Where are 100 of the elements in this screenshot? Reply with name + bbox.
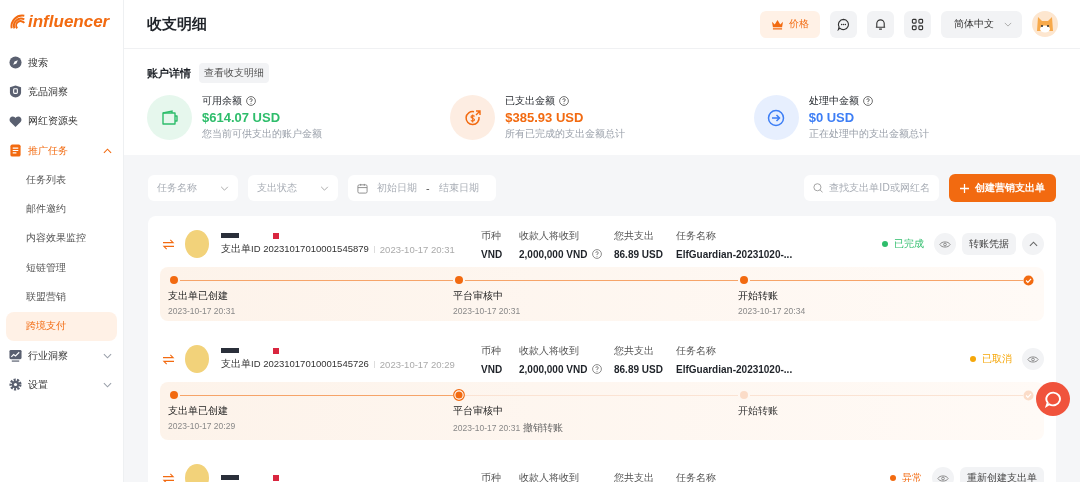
order-id: 支出单ID 20231017010001545726 — [221, 357, 369, 371]
sidebar-item[interactable]: 设置 — [6, 370, 117, 400]
step-label: 开始转账 — [738, 404, 779, 418]
field-label: 收款人将收到 — [519, 471, 580, 482]
step-time: 2023-10-17 20:29 — [168, 421, 236, 431]
chevron-up-icon — [1028, 241, 1038, 247]
task-name: ElfGuardian-20231020-... — [676, 363, 794, 375]
stat-label: 处理中金额 — [808, 94, 859, 108]
wallet-icon — [160, 109, 179, 126]
search-icon — [813, 182, 824, 194]
view-details-button[interactable]: 查看收支明细 — [199, 63, 269, 83]
chevron-down-icon — [220, 185, 229, 191]
help-icon[interactable] — [559, 96, 570, 106]
help-icon[interactable] — [592, 249, 603, 259]
step-label: 平台审核中 — [453, 289, 504, 303]
view-button[interactable] — [934, 233, 956, 255]
sidebar-subitem[interactable]: 短链管理 — [6, 253, 117, 283]
help-icon[interactable] — [246, 96, 256, 106]
sidebar-item[interactable]: 竞品洞察 — [6, 77, 117, 107]
apps-button[interactable] — [904, 10, 931, 38]
arrow-circle-icon — [767, 108, 786, 127]
field-label: 任务名称 — [676, 471, 717, 482]
order-action-button[interactable]: 转账凭据 — [962, 233, 1016, 255]
chart-icon — [9, 349, 22, 363]
shield-icon — [9, 85, 22, 99]
step-time: 2023-10-17 20:31 — [453, 423, 521, 433]
sidebar-item[interactable]: 网红资源夹 — [6, 106, 117, 136]
stat-description: 所有已完成的支出金额总计 — [505, 127, 626, 141]
order-action-button[interactable]: 重新创建支出单 — [960, 467, 1044, 482]
swap-icon — [162, 353, 175, 365]
stat-description: 正在处理中的支出金额总计 — [808, 127, 929, 141]
chat-support-button[interactable] — [1036, 382, 1070, 416]
grid-icon — [911, 17, 924, 31]
avatar-placeholder — [185, 230, 209, 258]
created-time: 2023-10-17 20:29 — [379, 358, 455, 370]
compass-icon — [9, 56, 22, 70]
heart-icon — [9, 114, 22, 128]
stat-label: 已支出金额 — [505, 94, 556, 108]
redacted-name-drawing — [221, 475, 281, 481]
dollar-circle-icon — [463, 108, 482, 127]
bell-icon — [874, 17, 887, 31]
cat-avatar-icon[interactable] — [1032, 11, 1058, 37]
sidebar-item[interactable]: 搜索 — [6, 48, 117, 78]
crown-icon — [771, 18, 784, 30]
field-label: 收款人将收到 — [519, 228, 580, 243]
sidebar-subitem[interactable]: 联盟营销 — [6, 282, 117, 312]
chat-bubble-icon — [837, 17, 850, 31]
currency-value: VND — [481, 363, 504, 375]
help-icon[interactable] — [862, 96, 873, 106]
calendar-icon — [357, 182, 368, 194]
stat-amount: $614.07 USD — [202, 110, 282, 125]
step-time: 2023-10-17 20:31 — [168, 306, 236, 316]
stat-amount: $0 USD — [808, 110, 856, 125]
step-label: 支出单已创建 — [168, 404, 229, 418]
notification-button[interactable] — [867, 10, 894, 38]
sidebar-subitem[interactable]: 任务列表 — [6, 165, 117, 195]
view-button[interactable] — [1022, 348, 1044, 370]
step-note: 撤销转账 — [523, 421, 564, 435]
caret-icon — [103, 352, 112, 359]
collapse-button[interactable] — [1022, 233, 1044, 255]
caret-icon — [103, 147, 112, 154]
redacted-name-drawing — [221, 347, 281, 354]
settings-icon — [9, 378, 22, 392]
status-label: 已完成 — [894, 237, 924, 251]
field-label: 收款人将收到 — [519, 343, 580, 358]
task-name: ElfGuardian-20231020-... — [676, 248, 794, 260]
step-time: 2023-10-17 20:34 — [738, 306, 806, 316]
chat-button[interactable] — [830, 10, 857, 38]
paid-amount: 86.89 USD — [614, 363, 664, 375]
currency-value: VND — [481, 248, 504, 260]
sidebar-subitem[interactable]: 邮件邀约 — [6, 194, 117, 224]
field-label: 币种 — [481, 228, 502, 243]
eye-icon — [1027, 354, 1039, 364]
page-title: 收支明细 — [147, 14, 207, 34]
chevron-down-icon — [1004, 21, 1012, 27]
swap-icon — [162, 238, 175, 250]
field-label: 您共支出 — [614, 343, 655, 358]
chat-bubble-icon — [1044, 390, 1062, 408]
sidebar-subitem[interactable]: 内容效果监控 — [6, 223, 117, 254]
sidebar-item[interactable]: 行业洞察 — [6, 340, 117, 371]
influencer-logo: influencer — [0, 0, 110, 34]
status-label: 异常 — [902, 471, 922, 482]
order-id: 支出单ID 20231017010001545879 — [221, 242, 369, 256]
field-label: 您共支出 — [614, 228, 655, 243]
plus-icon — [960, 183, 969, 193]
created-time: 2023-10-17 20:31 — [379, 243, 455, 255]
receive-amount: 2,000,000 VND — [519, 363, 588, 375]
field-label: 币种 — [481, 343, 502, 358]
swap-icon — [162, 472, 175, 482]
redacted-name-drawing — [221, 232, 281, 239]
date-range-field[interactable]: 初始日期 - 结束日期 — [348, 175, 496, 201]
status-label: 已取消 — [982, 352, 1012, 366]
section-title: 账户详情 — [147, 65, 191, 81]
help-icon[interactable] — [592, 364, 603, 374]
step-label: 平台审核中 — [453, 404, 504, 418]
receive-amount: 2,000,000 VND — [519, 248, 588, 260]
field-label: 任务名称 — [676, 343, 717, 358]
step-label: 开始转账 — [738, 289, 779, 303]
field-label: 币种 — [481, 471, 502, 482]
language-select[interactable]: 简体中文 — [941, 10, 1022, 38]
